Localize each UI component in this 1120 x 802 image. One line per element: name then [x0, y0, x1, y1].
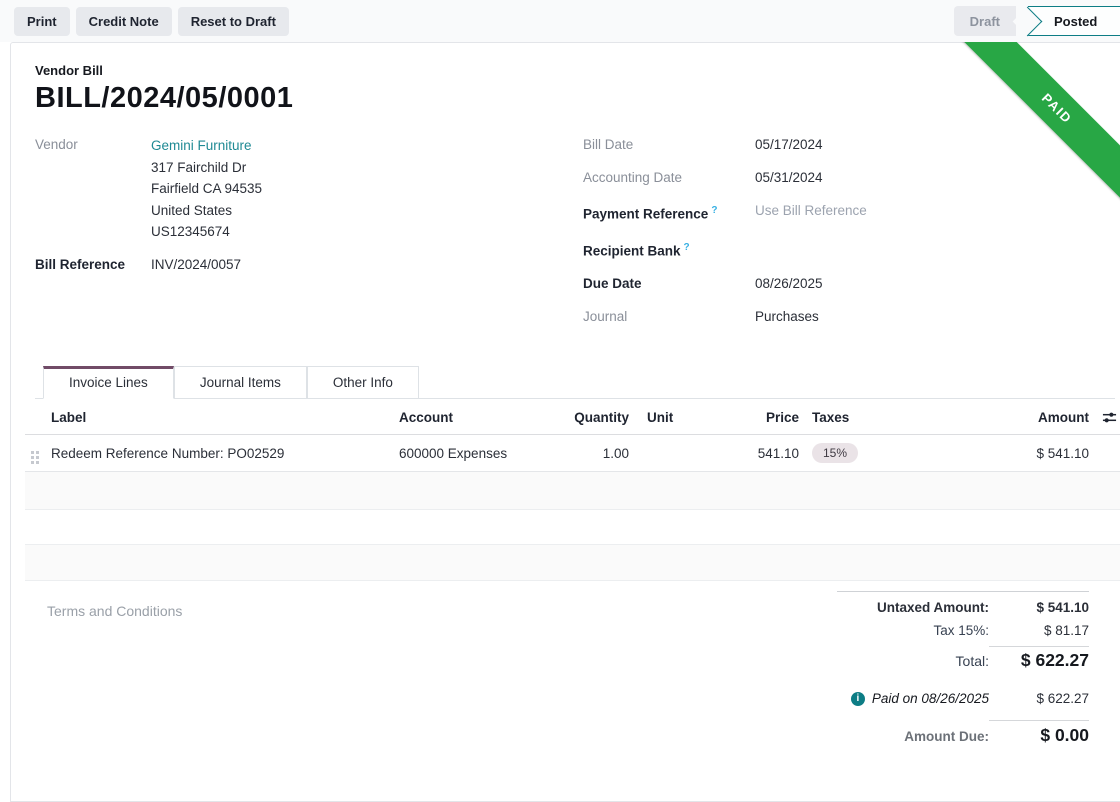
total-label: Total:	[956, 653, 989, 669]
reset-to-draft-button[interactable]: Reset to Draft	[178, 7, 289, 36]
line-amount-cell: $ 541.10	[949, 446, 1089, 461]
vendor-bill-sheet: Vendor Bill BILL/2024/05/0001 Vendor Gem…	[10, 42, 1120, 802]
table-row[interactable]: Redeem Reference Number: PO02529 600000 …	[25, 435, 1120, 472]
chevron-right-icon	[1013, 6, 1043, 36]
status-posted[interactable]: Posted	[1028, 6, 1120, 36]
paid-on-label[interactable]: Paid on 08/26/2025	[872, 691, 989, 706]
vendor-link[interactable]: Gemini Furniture	[151, 135, 262, 157]
bill-date-label: Bill Date	[583, 135, 755, 155]
journal-label: Journal	[583, 307, 755, 327]
vendor-address-line: United States	[151, 200, 262, 222]
payment-reference-label: Payment Reference?	[583, 201, 755, 225]
terms-and-conditions-input[interactable]: Terms and Conditions	[47, 603, 837, 746]
column-header-unit[interactable]: Unit	[639, 410, 679, 425]
invoice-lines-table: Label Account Quantity Unit Price Taxes …	[25, 399, 1120, 581]
untaxed-amount-label: Untaxed Amount:	[877, 600, 989, 615]
accounting-date-field[interactable]: 05/31/2024	[755, 168, 823, 188]
vendor-address-line: Fairfield CA 94535	[151, 178, 262, 200]
info-icon[interactable]: i	[851, 692, 865, 706]
tab-journal-items[interactable]: Journal Items	[174, 366, 307, 398]
bill-form: Vendor Gemini Furniture 317 Fairchild Dr…	[35, 135, 1115, 340]
tax-label: Tax 15%:	[933, 623, 989, 638]
empty-row[interactable]	[25, 472, 1120, 510]
vendor-label: Vendor	[35, 135, 151, 243]
tax-badge[interactable]: 15%	[812, 443, 858, 463]
amount-due-label: Amount Due:	[904, 729, 989, 744]
tax-value: $ 81.17	[989, 623, 1089, 638]
column-header-quantity[interactable]: Quantity	[565, 410, 639, 425]
column-header-price[interactable]: Price	[679, 410, 799, 425]
print-button[interactable]: Print	[14, 7, 70, 36]
bill-reference-label: Bill Reference	[35, 255, 151, 275]
untaxed-amount-value: $ 541.10	[989, 600, 1089, 615]
toolbar: Print Credit Note Reset to Draft Draft P…	[0, 0, 1120, 42]
due-date-field[interactable]: 08/26/2025	[755, 274, 823, 294]
tab-other-info[interactable]: Other Info	[307, 366, 419, 398]
empty-row[interactable]	[25, 510, 1120, 545]
vendor-address-line: 317 Fairchild Dr	[151, 157, 262, 179]
bill-date-field[interactable]: 05/17/2024	[755, 135, 823, 155]
recipient-bank-label: Recipient Bank?	[583, 238, 755, 262]
total-value: $ 622.27	[989, 646, 1089, 671]
line-label-cell[interactable]: Redeem Reference Number: PO02529	[47, 446, 399, 461]
notebook-tabs: Invoice Lines Journal Items Other Info	[35, 366, 1115, 399]
help-icon: ?	[711, 205, 717, 216]
credit-note-button[interactable]: Credit Note	[76, 7, 172, 36]
amount-due-value: $ 0.00	[989, 720, 1089, 746]
line-quantity-cell[interactable]: 1.00	[565, 446, 639, 461]
help-icon: ?	[684, 242, 690, 253]
column-header-amount[interactable]: Amount	[949, 410, 1089, 425]
line-account-cell[interactable]: 600000 Expenses	[399, 446, 565, 461]
line-price-cell[interactable]: 541.10	[679, 446, 799, 461]
drag-handle-icon[interactable]	[31, 451, 39, 464]
column-header-account[interactable]: Account	[399, 410, 565, 425]
column-header-label[interactable]: Label	[47, 410, 399, 425]
bill-reference-field[interactable]: INV/2024/0057	[151, 255, 241, 275]
empty-row[interactable]	[25, 545, 1120, 581]
document-type-label: Vendor Bill	[35, 63, 1115, 78]
table-header-row: Label Account Quantity Unit Price Taxes …	[25, 399, 1120, 435]
optional-columns-icon[interactable]	[1089, 410, 1120, 425]
totals-panel: Untaxed Amount: $ 541.10 Tax 15%: $ 81.1…	[837, 591, 1089, 746]
payment-reference-field[interactable]: Use Bill Reference	[755, 201, 867, 225]
journal-field[interactable]: Purchases	[755, 307, 819, 327]
status-posted-label: Posted	[1054, 14, 1097, 29]
tab-invoice-lines[interactable]: Invoice Lines	[43, 366, 174, 399]
accounting-date-label: Accounting Date	[583, 168, 755, 188]
statusbar: Draft Posted	[954, 6, 1120, 36]
vendor-address-line: US12345674	[151, 221, 262, 243]
page-title: BILL/2024/05/0001	[35, 82, 1115, 115]
due-date-label: Due Date	[583, 274, 755, 294]
paid-amount-value: $ 622.27	[989, 691, 1089, 706]
column-header-taxes[interactable]: Taxes	[799, 410, 949, 425]
status-draft[interactable]: Draft	[954, 6, 1016, 36]
